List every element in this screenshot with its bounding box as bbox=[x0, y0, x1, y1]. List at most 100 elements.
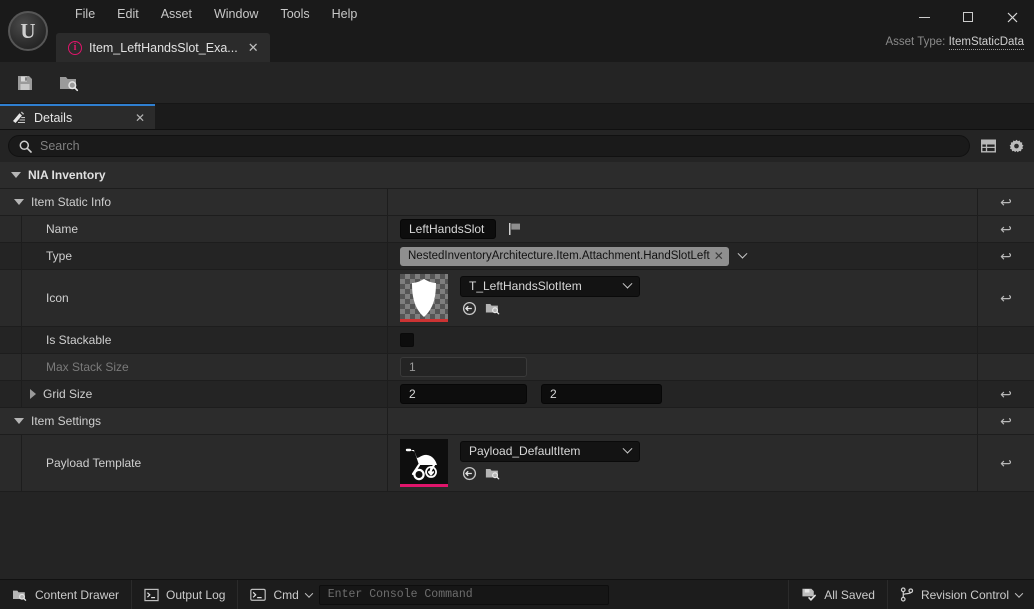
search-box[interactable] bbox=[8, 135, 970, 157]
payload-asset-value: Payload_DefaultItem bbox=[469, 444, 580, 458]
payload-asset-picker[interactable]: Payload_DefaultItem bbox=[460, 441, 640, 462]
menu-edit[interactable]: Edit bbox=[106, 4, 150, 24]
chevron-down-icon bbox=[14, 418, 24, 424]
property-row-name: Name LeftHandsSlot ↩ bbox=[0, 216, 1034, 243]
grid-size-x-input[interactable]: 2 bbox=[400, 384, 527, 404]
document-tab-item-leftslot[interactable]: i Item_LeftHandsSlot_Exa... ✕ bbox=[56, 33, 270, 62]
section-header-label: Item Settings bbox=[0, 414, 101, 428]
details-pen-icon bbox=[11, 111, 26, 125]
wheelbarrow-icon bbox=[400, 439, 448, 487]
indent-guide bbox=[0, 270, 22, 326]
unreal-engine-icon: U bbox=[8, 11, 48, 51]
menu-window[interactable]: Window bbox=[203, 4, 269, 24]
reset-to-default-icon[interactable]: ↩ bbox=[1000, 456, 1012, 470]
revision-control-button[interactable]: Revision Control bbox=[887, 580, 1034, 609]
status-bar: Content Drawer Output Log Cmd All Saved bbox=[0, 579, 1034, 609]
payload-thumbnail[interactable] bbox=[400, 439, 448, 487]
name-input[interactable]: LeftHandsSlot bbox=[400, 219, 496, 239]
indent-guide bbox=[0, 435, 22, 491]
close-icon bbox=[1007, 12, 1018, 23]
reset-to-default-icon[interactable]: ↩ bbox=[1000, 387, 1012, 401]
section-item-settings[interactable]: Item Settings ↩ bbox=[0, 408, 1034, 435]
use-selected-asset-button[interactable] bbox=[462, 466, 477, 486]
category-label: NIA Inventory bbox=[28, 168, 106, 182]
search-icon bbox=[19, 140, 32, 153]
arrow-into-circle-icon bbox=[462, 301, 477, 316]
thumbnail-accent-bar bbox=[400, 484, 448, 487]
console-area: Cmd bbox=[238, 580, 788, 609]
section-item-static-info[interactable]: Item Static Info ↩ bbox=[0, 189, 1034, 216]
property-label: Is Stackable bbox=[22, 333, 111, 347]
browse-to-asset-button[interactable] bbox=[485, 301, 501, 321]
icon-asset-value: T_LeftHandsSlotItem bbox=[469, 279, 582, 293]
close-icon[interactable]: ✕ bbox=[135, 111, 145, 125]
console-icon bbox=[250, 588, 266, 602]
icon-asset-picker[interactable]: T_LeftHandsSlotItem bbox=[460, 276, 640, 297]
save-button[interactable] bbox=[12, 70, 38, 96]
property-label: Type bbox=[22, 249, 72, 263]
max-stack-size-input: 1 bbox=[400, 357, 527, 377]
browse-to-asset-button[interactable] bbox=[485, 466, 501, 486]
category-nia-inventory[interactable]: NIA Inventory bbox=[0, 162, 1034, 189]
minimize-button[interactable] bbox=[902, 2, 946, 32]
is-stackable-checkbox[interactable] bbox=[400, 333, 414, 347]
menu-tools[interactable]: Tools bbox=[269, 4, 320, 24]
indent-guide bbox=[0, 243, 22, 269]
content-drawer-button[interactable]: Content Drawer bbox=[0, 580, 132, 609]
reset-to-default-icon[interactable]: ↩ bbox=[1000, 249, 1012, 263]
search-row bbox=[0, 130, 1034, 162]
section-title: Item Static Info bbox=[31, 195, 111, 209]
reset-to-default-icon[interactable]: ↩ bbox=[1000, 195, 1012, 209]
all-saved-button[interactable]: All Saved bbox=[788, 580, 887, 609]
status-bar-right: All Saved Revision Control bbox=[788, 580, 1034, 609]
menu-asset[interactable]: Asset bbox=[150, 4, 203, 24]
icon-thumbnail[interactable] bbox=[400, 274, 448, 322]
maximize-icon bbox=[963, 12, 973, 22]
property-row-type: Type NestedInventoryArchitecture.Item.At… bbox=[0, 243, 1034, 270]
close-icon[interactable]: ✕ bbox=[245, 41, 262, 54]
indent-guide bbox=[0, 327, 22, 353]
use-selected-asset-button[interactable] bbox=[462, 301, 477, 321]
menu-file[interactable]: File bbox=[64, 4, 106, 24]
reset-to-default-icon[interactable]: ↩ bbox=[1000, 291, 1012, 305]
search-input[interactable] bbox=[40, 139, 959, 153]
panel-tab-bar: Details ✕ bbox=[0, 104, 1034, 130]
chevron-down-icon[interactable] bbox=[305, 589, 313, 597]
unreal-logo-button[interactable]: U bbox=[0, 0, 56, 62]
column-layout-button[interactable] bbox=[978, 136, 998, 156]
thumbnail-accent-bar bbox=[400, 319, 448, 322]
reset-to-default-icon[interactable]: ↩ bbox=[1000, 222, 1012, 236]
grid-size-y-input[interactable]: 2 bbox=[541, 384, 662, 404]
save-state-icon bbox=[801, 587, 817, 602]
grid-size-label: Grid Size bbox=[43, 387, 92, 401]
flag-icon[interactable] bbox=[507, 221, 523, 237]
clear-tag-icon[interactable]: ✕ bbox=[714, 250, 724, 262]
chevron-down-icon bbox=[14, 199, 24, 205]
reset-to-default-icon[interactable]: ↩ bbox=[1000, 414, 1012, 428]
content-drawer-label: Content Drawer bbox=[35, 588, 119, 602]
gameplay-tag-chip[interactable]: NestedInventoryArchitecture.Item.Attachm… bbox=[400, 247, 729, 266]
tag-dropdown-button[interactable] bbox=[739, 247, 746, 265]
close-window-button[interactable] bbox=[990, 2, 1034, 32]
property-label[interactable]: Grid Size bbox=[22, 387, 92, 401]
maximize-button[interactable] bbox=[946, 2, 990, 32]
console-command-input[interactable] bbox=[319, 585, 609, 605]
browse-folder-icon bbox=[485, 466, 501, 481]
revision-control-icon bbox=[900, 587, 914, 602]
minimize-icon bbox=[919, 17, 930, 18]
chevron-down-icon[interactable] bbox=[1015, 589, 1023, 597]
tab-details[interactable]: Details ✕ bbox=[0, 104, 155, 129]
cmd-label[interactable]: Cmd bbox=[273, 588, 298, 602]
output-log-button[interactable]: Output Log bbox=[132, 580, 238, 609]
asset-type-label: Asset Type: bbox=[885, 36, 945, 48]
tab-details-label: Details bbox=[34, 111, 72, 125]
chevron-right-icon[interactable] bbox=[30, 389, 36, 399]
settings-button[interactable] bbox=[1006, 136, 1026, 156]
property-label: Max Stack Size bbox=[22, 360, 129, 374]
menu-help[interactable]: Help bbox=[321, 4, 369, 24]
indent-guide bbox=[0, 354, 22, 380]
browse-button[interactable] bbox=[56, 70, 82, 96]
asset-type-value[interactable]: ItemStaticData bbox=[949, 36, 1024, 50]
property-row-is-stackable: Is Stackable bbox=[0, 327, 1034, 354]
title-bar: U File Edit Asset Window Tools Help i It… bbox=[0, 0, 1034, 62]
